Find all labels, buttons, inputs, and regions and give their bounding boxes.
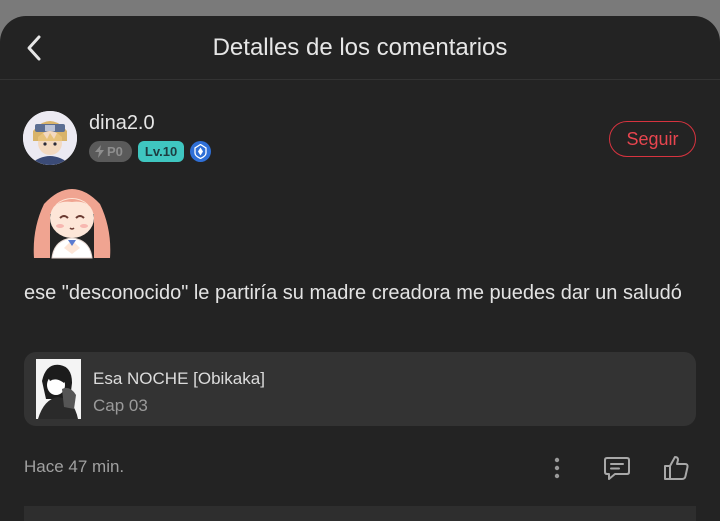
comment-icon (604, 457, 630, 480)
lightning-icon (95, 144, 104, 158)
points-badge-label: P0 (107, 143, 123, 159)
avatar-image (23, 111, 77, 165)
page-title: Detalles de los comentarios (212, 34, 508, 61)
comment-timestamp: Hace 47 min. (24, 457, 125, 476)
user-badges: P0 Lv.10 (89, 140, 212, 162)
header: Detalles de los comentarios (0, 16, 720, 80)
level-badge: Lv.10 (137, 140, 185, 162)
verified-badge (190, 140, 212, 162)
username[interactable]: dina2.0 (89, 112, 155, 135)
chapter-number: Cap 03 (93, 396, 148, 415)
shield-icon (194, 143, 207, 159)
points-badge: P0 (89, 140, 132, 162)
more-vertical-icon (554, 457, 560, 479)
more-options-button[interactable] (539, 450, 575, 486)
follow-button[interactable]: Seguir (609, 121, 696, 157)
next-section-edge (24, 506, 696, 521)
chapter-title: Esa NOCHE [Obikaka] (93, 369, 265, 388)
comment-text: ese "desconocido" le partiría su madre c… (24, 282, 682, 304)
comment-details-sheet: Detalles de los comentarios dina2.0 P0 L… (0, 16, 720, 521)
thumbs-up-icon (664, 456, 689, 480)
chapter-thumbnail (36, 359, 81, 419)
anime-girl-sticker (24, 174, 120, 262)
avatar[interactable] (23, 111, 77, 165)
referenced-chapter-card[interactable]: Esa NOCHE [Obikaka] Cap 03 (24, 352, 696, 426)
like-button[interactable] (658, 450, 694, 486)
reply-button[interactable] (599, 450, 635, 486)
